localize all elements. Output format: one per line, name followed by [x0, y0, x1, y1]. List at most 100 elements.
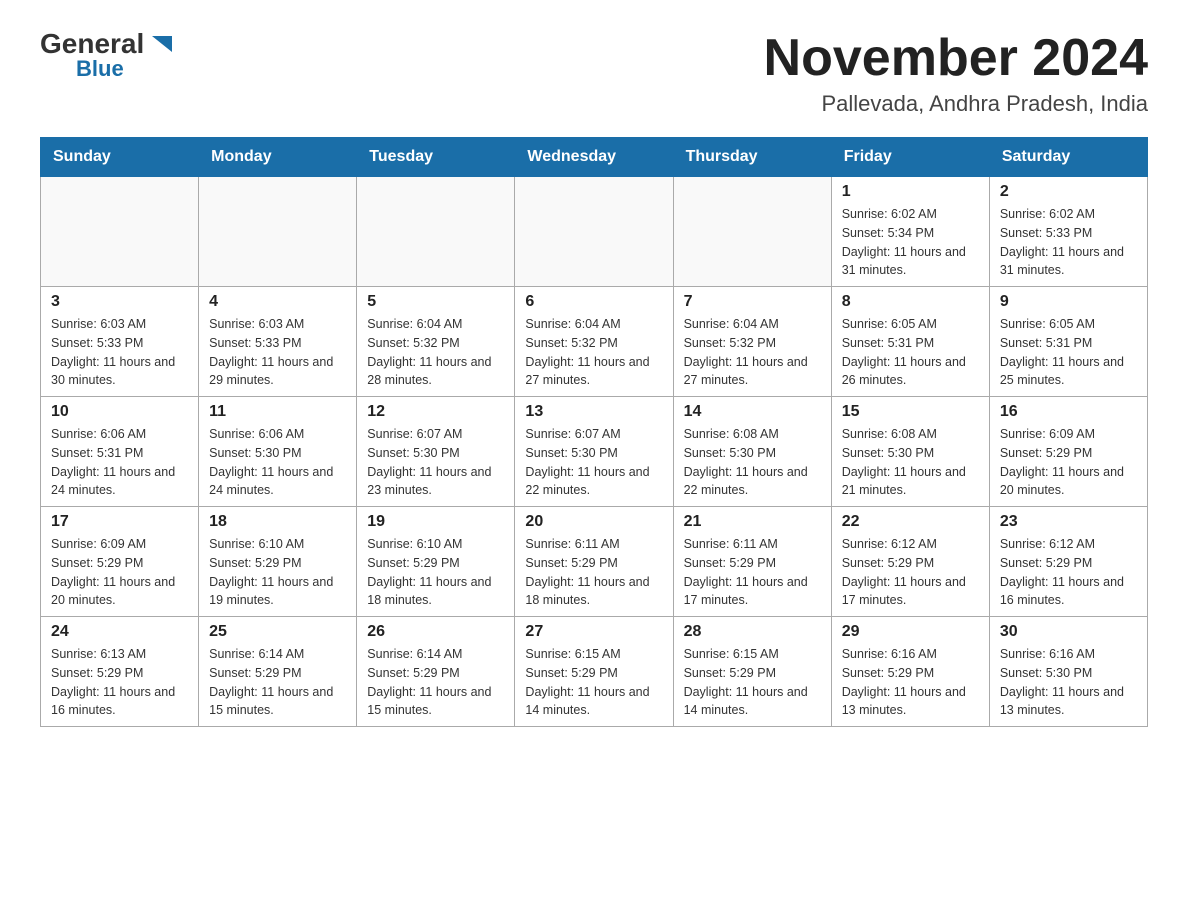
day-number: 18 — [209, 513, 346, 531]
day-info: Sunrise: 6:12 AM Sunset: 5:29 PM Dayligh… — [1000, 535, 1137, 610]
calendar-cell: 26 Sunrise: 6:14 AM Sunset: 5:29 PM Dayli… — [357, 617, 515, 727]
title-area: November 2024 Pallevada, Andhra Pradesh,… — [764, 30, 1148, 117]
calendar-cell: 11 Sunrise: 6:06 AM Sunset: 5:30 PM Dayli… — [199, 397, 357, 507]
day-number: 5 — [367, 293, 504, 311]
calendar-cell: 22Sunrise: 6:12 AM Sunset: 5:29 PM Dayli… — [831, 507, 989, 617]
calendar-cell: 28Sunrise: 6:15 AM Sunset: 5:29 PM Dayli… — [673, 617, 831, 727]
day-number: 29 — [842, 623, 979, 641]
calendar-table: SundayMondayTuesdayWednesdayThursdayFrid… — [40, 137, 1148, 727]
logo: General Blue — [40, 30, 176, 80]
calendar-cell: 17 Sunrise: 6:09 AM Sunset: 5:29 PM Dayli… — [41, 507, 199, 617]
calendar-cell: 20 Sunrise: 6:11 AM Sunset: 5:29 PM Dayli… — [515, 507, 673, 617]
calendar-week-2: 3 Sunrise: 6:03 AM Sunset: 5:33 PM Daylig… — [41, 287, 1148, 397]
day-info: Sunrise: 6:03 AM Sunset: 5:33 PM Dayligh… — [51, 315, 188, 390]
day-info: Sunrise: 6:10 AM Sunset: 5:29 PM Dayligh… — [367, 535, 504, 610]
day-info: Sunrise: 6:14 AM Sunset: 5:29 PM Dayligh… — [209, 645, 346, 720]
calendar-cell: 14 Sunrise: 6:08 AM Sunset: 5:30 PM Dayli… — [673, 397, 831, 507]
calendar-cell: 21 Sunrise: 6:11 AM Sunset: 5:29 PM Dayli… — [673, 507, 831, 617]
calendar-cell: 13 Sunrise: 6:07 AM Sunset: 5:30 PM Dayli… — [515, 397, 673, 507]
weekday-header-wednesday: Wednesday — [515, 138, 673, 177]
day-info: Sunrise: 6:02 AM Sunset: 5:34 PM Dayligh… — [842, 205, 979, 280]
calendar-cell — [515, 177, 673, 287]
calendar-cell: 8 Sunrise: 6:05 AM Sunset: 5:31 PM Daylig… — [831, 287, 989, 397]
day-number: 6 — [525, 293, 662, 311]
weekday-header-monday: Monday — [199, 138, 357, 177]
day-info: Sunrise: 6:06 AM Sunset: 5:31 PM Dayligh… — [51, 425, 188, 500]
day-number: 20 — [525, 513, 662, 531]
calendar-cell — [357, 177, 515, 287]
day-info: Sunrise: 6:11 AM Sunset: 5:29 PM Dayligh… — [525, 535, 662, 610]
day-number: 9 — [1000, 293, 1137, 311]
calendar-cell: 25 Sunrise: 6:14 AM Sunset: 5:29 PM Dayli… — [199, 617, 357, 727]
day-info: Sunrise: 6:16 AM Sunset: 5:30 PM Dayligh… — [1000, 645, 1137, 720]
day-info: Sunrise: 6:08 AM Sunset: 5:30 PM Dayligh… — [684, 425, 821, 500]
day-info: Sunrise: 6:10 AM Sunset: 5:29 PM Dayligh… — [209, 535, 346, 610]
page-header: General Blue November 2024 Pallevada, An… — [40, 30, 1148, 117]
calendar-cell: 24Sunrise: 6:13 AM Sunset: 5:29 PM Dayli… — [41, 617, 199, 727]
day-info: Sunrise: 6:05 AM Sunset: 5:31 PM Dayligh… — [842, 315, 979, 390]
day-info: Sunrise: 6:14 AM Sunset: 5:29 PM Dayligh… — [367, 645, 504, 720]
day-info: Sunrise: 6:15 AM Sunset: 5:29 PM Dayligh… — [525, 645, 662, 720]
calendar-cell: 27 Sunrise: 6:15 AM Sunset: 5:29 PM Dayli… — [515, 617, 673, 727]
day-info: Sunrise: 6:16 AM Sunset: 5:29 PM Dayligh… — [842, 645, 979, 720]
day-number: 16 — [1000, 403, 1137, 421]
calendar-cell: 16 Sunrise: 6:09 AM Sunset: 5:29 PM Dayli… — [989, 397, 1147, 507]
calendar-week-3: 10 Sunrise: 6:06 AM Sunset: 5:31 PM Dayli… — [41, 397, 1148, 507]
day-number: 14 — [684, 403, 821, 421]
day-info: Sunrise: 6:04 AM Sunset: 5:32 PM Dayligh… — [684, 315, 821, 390]
day-number: 2 — [1000, 183, 1137, 201]
calendar-week-4: 17 Sunrise: 6:09 AM Sunset: 5:29 PM Dayli… — [41, 507, 1148, 617]
day-info: Sunrise: 6:05 AM Sunset: 5:31 PM Dayligh… — [1000, 315, 1137, 390]
calendar-cell: 29 Sunrise: 6:16 AM Sunset: 5:29 PM Dayli… — [831, 617, 989, 727]
day-info: Sunrise: 6:07 AM Sunset: 5:30 PM Dayligh… — [525, 425, 662, 500]
day-info: Sunrise: 6:07 AM Sunset: 5:30 PM Dayligh… — [367, 425, 504, 500]
day-info: Sunrise: 6:12 AM Sunset: 5:29 PM Dayligh… — [842, 535, 979, 610]
calendar-cell — [199, 177, 357, 287]
weekday-header-thursday: Thursday — [673, 138, 831, 177]
day-number: 10 — [51, 403, 188, 421]
day-number: 11 — [209, 403, 346, 421]
day-number: 27 — [525, 623, 662, 641]
calendar-cell: 7 Sunrise: 6:04 AM Sunset: 5:32 PM Daylig… — [673, 287, 831, 397]
day-number: 28 — [684, 623, 821, 641]
calendar-cell: 3 Sunrise: 6:03 AM Sunset: 5:33 PM Daylig… — [41, 287, 199, 397]
day-info: Sunrise: 6:03 AM Sunset: 5:33 PM Dayligh… — [209, 315, 346, 390]
day-number: 12 — [367, 403, 504, 421]
day-info: Sunrise: 6:09 AM Sunset: 5:29 PM Dayligh… — [1000, 425, 1137, 500]
day-info: Sunrise: 6:04 AM Sunset: 5:32 PM Dayligh… — [525, 315, 662, 390]
day-number: 8 — [842, 293, 979, 311]
logo-general-text: General — [40, 30, 144, 58]
month-title: November 2024 — [764, 30, 1148, 87]
calendar-cell: 1 Sunrise: 6:02 AM Sunset: 5:34 PM Daylig… — [831, 177, 989, 287]
calendar-cell: 23Sunrise: 6:12 AM Sunset: 5:29 PM Dayli… — [989, 507, 1147, 617]
calendar-cell: 5 Sunrise: 6:04 AM Sunset: 5:32 PM Daylig… — [357, 287, 515, 397]
calendar-cell: 15Sunrise: 6:08 AM Sunset: 5:30 PM Dayli… — [831, 397, 989, 507]
day-number: 15 — [842, 403, 979, 421]
calendar-cell: 12 Sunrise: 6:07 AM Sunset: 5:30 PM Dayli… — [357, 397, 515, 507]
day-info: Sunrise: 6:02 AM Sunset: 5:33 PM Dayligh… — [1000, 205, 1137, 280]
logo-triangle-icon — [148, 30, 176, 58]
day-number: 30 — [1000, 623, 1137, 641]
day-number: 17 — [51, 513, 188, 531]
day-number: 13 — [525, 403, 662, 421]
calendar-cell: 4Sunrise: 6:03 AM Sunset: 5:33 PM Daylig… — [199, 287, 357, 397]
day-number: 25 — [209, 623, 346, 641]
day-info: Sunrise: 6:11 AM Sunset: 5:29 PM Dayligh… — [684, 535, 821, 610]
calendar-cell: 19 Sunrise: 6:10 AM Sunset: 5:29 PM Dayli… — [357, 507, 515, 617]
day-number: 3 — [51, 293, 188, 311]
day-number: 1 — [842, 183, 979, 201]
calendar-header-row: SundayMondayTuesdayWednesdayThursdayFrid… — [41, 138, 1148, 177]
day-number: 21 — [684, 513, 821, 531]
day-info: Sunrise: 6:09 AM Sunset: 5:29 PM Dayligh… — [51, 535, 188, 610]
calendar-cell: 10 Sunrise: 6:06 AM Sunset: 5:31 PM Dayli… — [41, 397, 199, 507]
calendar-cell — [673, 177, 831, 287]
day-info: Sunrise: 6:04 AM Sunset: 5:32 PM Dayligh… — [367, 315, 504, 390]
calendar-cell — [41, 177, 199, 287]
day-number: 7 — [684, 293, 821, 311]
weekday-header-tuesday: Tuesday — [357, 138, 515, 177]
day-info: Sunrise: 6:13 AM Sunset: 5:29 PM Dayligh… — [51, 645, 188, 720]
weekday-header-saturday: Saturday — [989, 138, 1147, 177]
day-number: 26 — [367, 623, 504, 641]
day-number: 19 — [367, 513, 504, 531]
day-info: Sunrise: 6:06 AM Sunset: 5:30 PM Dayligh… — [209, 425, 346, 500]
